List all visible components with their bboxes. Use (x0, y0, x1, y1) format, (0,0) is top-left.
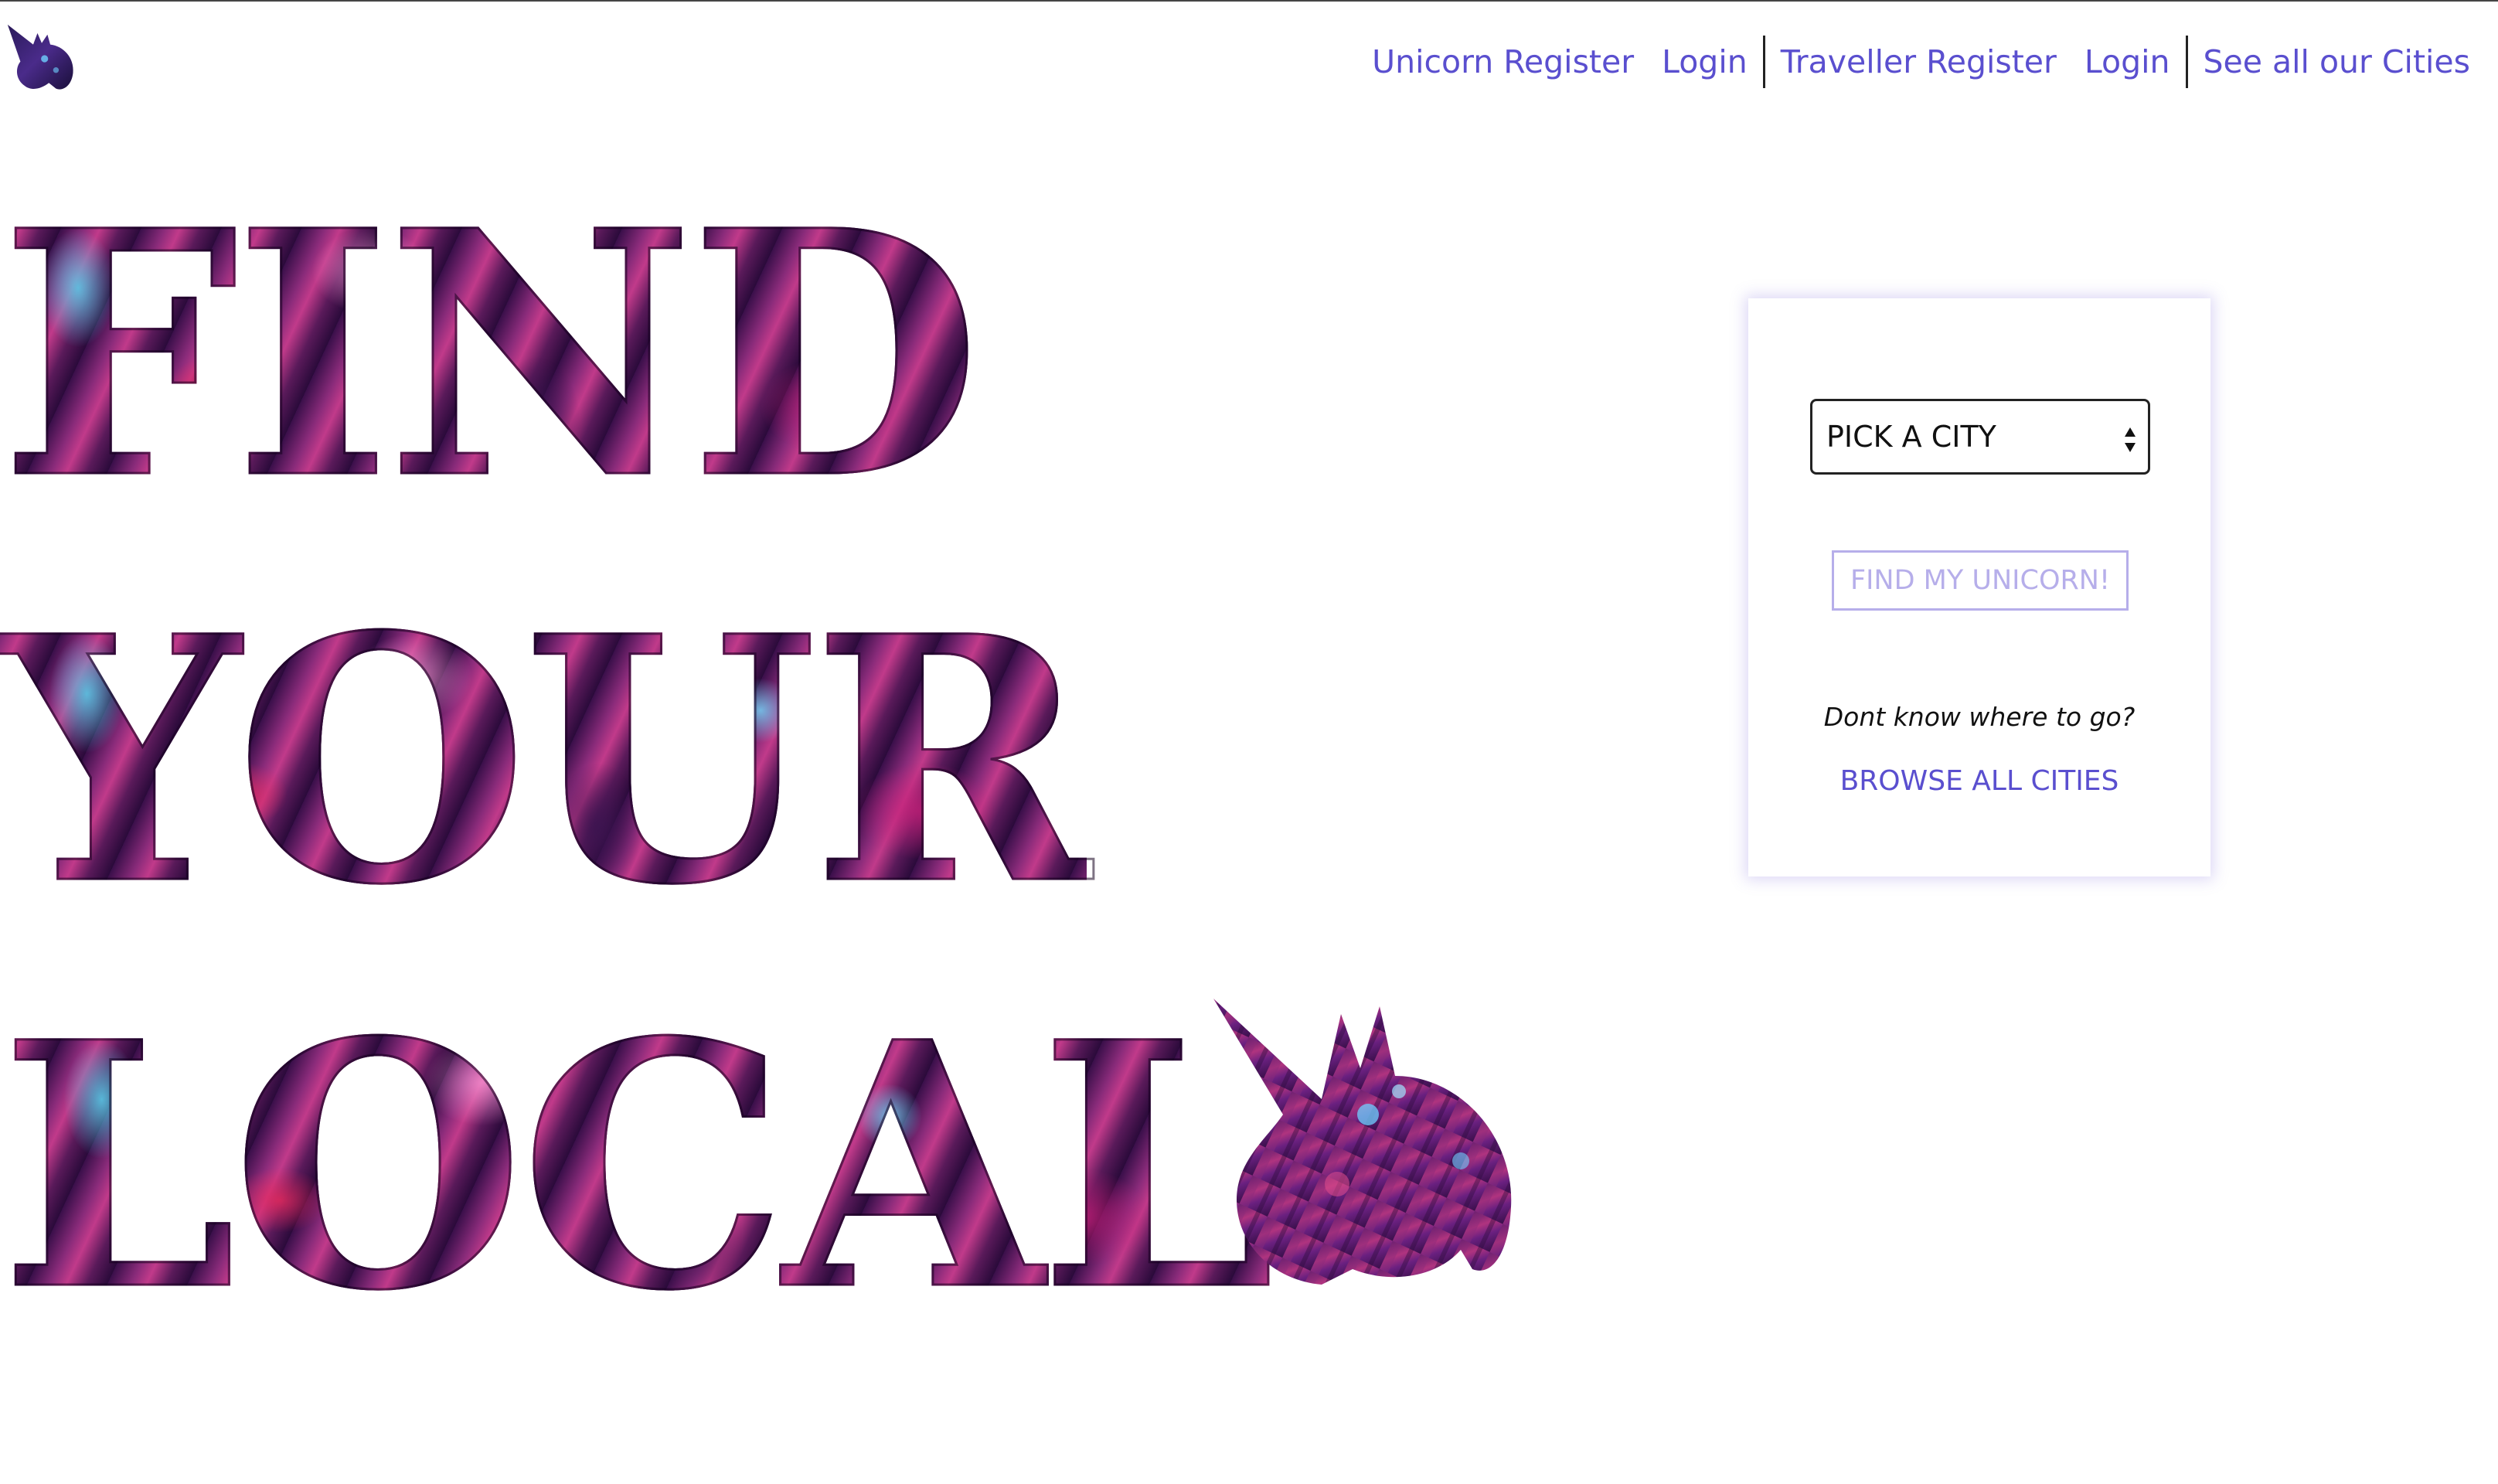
nav-unicorn-login[interactable]: Login (1648, 34, 1761, 90)
hero-line-your: YOUR (0, 563, 1093, 958)
unicorn-head-icon (1213, 999, 1512, 1285)
unicorn-logo-icon[interactable] (6, 23, 77, 94)
nav-traveller-login[interactable]: Login (2071, 34, 2184, 90)
browse-all-cities-link[interactable]: BROWSE ALL CITIES (1748, 765, 2210, 797)
nav-divider (2185, 36, 2188, 88)
find-my-unicorn-button[interactable]: FIND MY UNICORN! (1832, 550, 2129, 611)
hero-line-find: FIND (0, 158, 982, 553)
top-nav: Unicorn Register Login Traveller Registe… (1358, 34, 2484, 90)
nav-traveller-register[interactable]: Traveller Register (1767, 34, 2071, 90)
page: Unicorn Register Login Traveller Registe… (0, 0, 2498, 1484)
city-select[interactable]: PICK A CITY (1810, 399, 2150, 475)
nav-divider (1762, 36, 1765, 88)
city-select-value: PICK A CITY (1826, 420, 1996, 454)
hero-line-local: LOCAL (0, 969, 1277, 1364)
city-search-card: PICK A CITY FIND MY UNICORN! Dont know w… (1748, 298, 2210, 876)
nav-see-all-cities[interactable]: See all our Cities (2190, 34, 2484, 90)
nav-unicorn-register[interactable]: Unicorn Register (1358, 34, 1648, 90)
updown-arrows-icon (2125, 427, 2136, 452)
browse-prompt: Dont know where to go? (1823, 702, 2136, 732)
